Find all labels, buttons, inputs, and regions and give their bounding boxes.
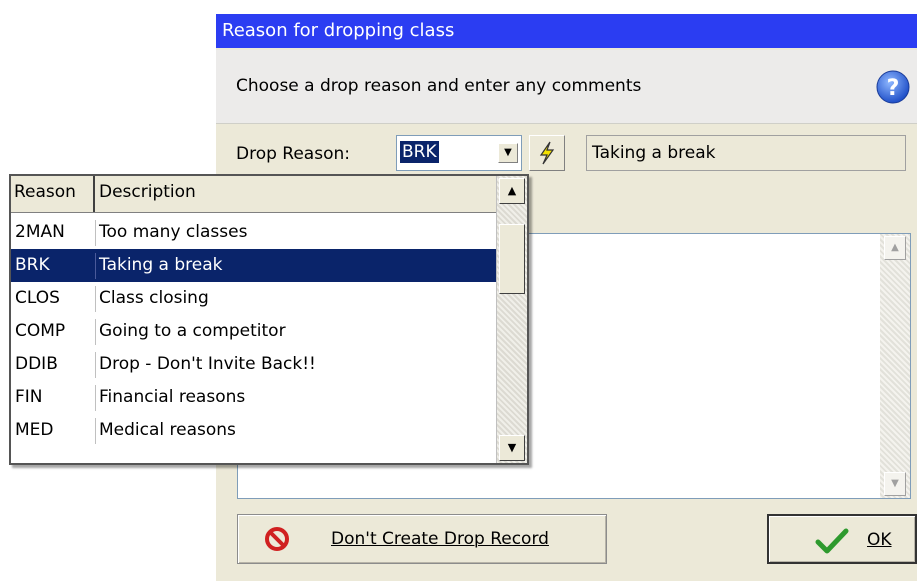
drop-reason-combo[interactable]: BRK ▼ [396, 135, 522, 171]
svg-text:?: ? [887, 76, 900, 101]
dropdown-header: Reason Description [11, 176, 497, 213]
instruction-panel: Choose a drop reason and enter any comme… [216, 50, 917, 124]
reason-description: Taking a break [99, 255, 223, 275]
reason-description: Medical reasons [99, 420, 236, 440]
reason-code: BRK [15, 255, 50, 275]
dont-create-label: Don't Create Drop Record [331, 529, 549, 549]
combo-dropdown-arrow-icon[interactable]: ▼ [498, 143, 518, 163]
reason-description: Class closing [99, 288, 209, 308]
column-header-reason[interactable]: Reason [11, 176, 95, 212]
list-item-selected[interactable]: BRK Taking a break [11, 249, 497, 282]
scroll-thumb[interactable] [499, 224, 525, 294]
checkmark-icon [815, 528, 849, 554]
list-item[interactable]: FIN Financial reasons [11, 381, 497, 414]
reason-code: FIN [15, 387, 43, 407]
column-header-description[interactable]: Description [99, 182, 196, 202]
dropdown-rows: 2MAN Too many classes BRK Taking a break C… [11, 216, 497, 447]
no-entry-icon [265, 527, 289, 551]
list-item[interactable]: COMP Going to a competitor [11, 315, 497, 348]
comments-scrollbar[interactable]: ▲ ▼ [880, 234, 910, 498]
description-field: Taking a break [586, 135, 906, 171]
ok-label: OK [867, 530, 892, 550]
reason-description: Drop - Don't Invite Back!! [99, 354, 316, 374]
question-circle-icon[interactable]: ? [875, 69, 911, 105]
window-title: Reason for dropping class [216, 14, 917, 48]
description-value: Taking a break [592, 143, 716, 163]
list-item[interactable]: 2MAN Too many classes [11, 216, 497, 249]
scroll-down-icon[interactable]: ▼ [499, 435, 525, 461]
drop-reason-value[interactable]: BRK [400, 141, 439, 163]
dont-create-drop-record-button[interactable]: Don't Create Drop Record [237, 514, 607, 564]
list-item[interactable]: CLOS Class closing [11, 282, 497, 315]
dropdown-scrollbar[interactable]: ▲ ▼ [496, 176, 527, 463]
reason-code: DDIB [15, 354, 58, 374]
reason-code: MED [15, 420, 54, 440]
reason-code: 2MAN [15, 222, 65, 242]
lookup-button[interactable] [529, 135, 565, 171]
reason-code: COMP [15, 321, 66, 341]
reason-code: CLOS [15, 288, 60, 308]
instruction-text: Choose a drop reason and enter any comme… [236, 76, 642, 96]
drop-reason-label: Drop Reason: [236, 144, 350, 164]
scroll-up-icon[interactable]: ▲ [499, 178, 525, 204]
scroll-down-icon[interactable]: ▼ [884, 472, 906, 496]
ok-button[interactable]: OK [767, 514, 917, 564]
list-item[interactable]: DDIB Drop - Don't Invite Back!! [11, 348, 497, 381]
lightning-icon [539, 141, 555, 165]
drop-reason-dropdown-list[interactable]: Reason Description 2MAN Too many classes … [9, 174, 529, 465]
reason-description: Financial reasons [99, 387, 246, 407]
reason-description: Too many classes [99, 222, 248, 242]
reason-description: Going to a competitor [99, 321, 286, 341]
list-item[interactable]: MED Medical reasons [11, 414, 497, 447]
scroll-up-icon[interactable]: ▲ [884, 236, 906, 260]
